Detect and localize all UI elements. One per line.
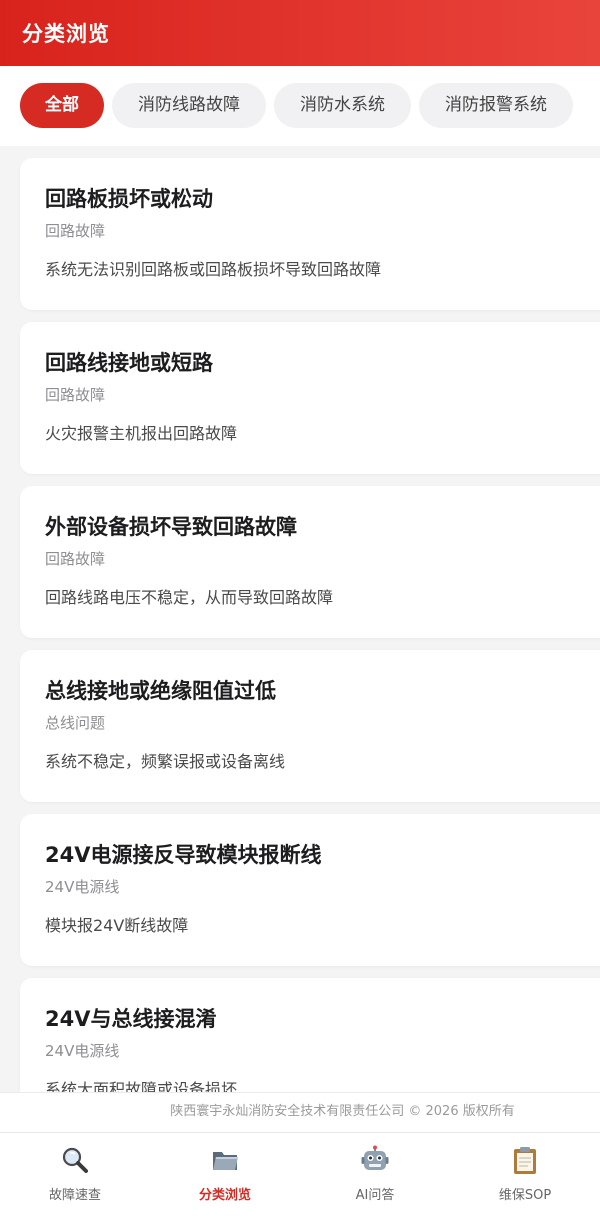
fault-category: 24V电源线 (45, 1042, 120, 1060)
nav-item-maintenance-sop[interactable]: 维保SOP (450, 1133, 600, 1227)
fault-card[interactable]: 回路板损坏或松动 回路故障 系统无法识别回路板或回路板损坏导致回路故障 (20, 158, 600, 310)
bottom-nav: 故障速查 分类浏览 AI问答 维保SOP (0, 1132, 600, 1227)
nav-item-fault-lookup[interactable]: 故障速查 (0, 1133, 150, 1227)
fault-title: 回路线接地或短路 (45, 351, 213, 375)
fault-category: 24V电源线 (45, 878, 120, 896)
magnifier-icon (62, 1147, 88, 1173)
fault-title: 回路板损坏或松动 (45, 187, 213, 211)
fault-description: 回路线路电压不稳定，从而导致回路故障 (45, 588, 334, 607)
fault-category: 总线问题 (45, 714, 106, 732)
copyright-text: 陕西寰宇永灿消防安全技术有限责任公司 © 2026 版权所有 (0, 1092, 600, 1132)
app-header: 分类浏览 (0, 0, 600, 66)
tab-fire-water-system[interactable]: 消防水系统 (274, 83, 411, 128)
nav-label: 分类浏览 (198, 1188, 251, 1203)
fault-description: 火灾报警主机报出回路故障 (45, 424, 238, 443)
robot-icon (361, 1145, 389, 1170)
page-title: 分类浏览 (22, 22, 110, 46)
fault-description: 系统无法识别回路板或回路板损坏导致回路故障 (45, 260, 382, 279)
fault-title: 24V电源接反导致模块报断线 (45, 843, 322, 867)
fault-card[interactable]: 总线接地或绝缘阻值过低 总线问题 系统不稳定，频繁误报或设备离线 (20, 650, 600, 802)
fault-card[interactable]: 24V电源接反导致模块报断线 24V电源线 模块报24V断线故障 (20, 814, 600, 966)
fault-category: 回路故障 (45, 222, 106, 240)
nav-label: AI问答 (355, 1188, 395, 1203)
folder-icon (213, 1152, 238, 1170)
fault-description: 系统大面积故障或设备损坏 (45, 1080, 238, 1092)
fault-description: 模块报24V断线故障 (45, 916, 189, 935)
fault-category: 回路故障 (45, 386, 106, 404)
tab-fire-line-fault[interactable]: 消防线路故障 (112, 83, 266, 128)
nav-label: 维保SOP (498, 1188, 552, 1203)
tab-fire-alarm-system[interactable]: 消防报警系统 (419, 83, 573, 128)
fault-category: 回路故障 (45, 550, 106, 568)
tab-all[interactable]: 全部 (20, 83, 104, 128)
fault-description: 系统不稳定，频繁误报或设备离线 (45, 752, 286, 771)
nav-label: 故障速查 (48, 1188, 101, 1203)
nav-item-category-browse[interactable]: 分类浏览 (150, 1133, 300, 1227)
nav-item-ai-qa[interactable]: AI问答 (300, 1133, 450, 1227)
fault-card[interactable]: 外部设备损坏导致回路故障 回路故障 回路线路电压不稳定，从而导致回路故障 (20, 486, 600, 638)
app-root: 分类浏览 全部 消防线路故障 消防水系统 消防报警系统 回路板损坏或松动 回路故障 系… (0, 0, 600, 1227)
fault-card[interactable]: 回路线接地或短路 回路故障 火灾报警主机报出回路故障 (20, 322, 600, 474)
fault-title: 总线接地或绝缘阻值过低 (45, 679, 276, 703)
fault-title: 24V与总线接混淆 (45, 1007, 217, 1031)
fault-title: 外部设备损坏导致回路故障 (45, 515, 297, 539)
category-tabs: 全部 消防线路故障 消防水系统 消防报警系统 (0, 66, 600, 146)
fault-list: 回路板损坏或松动 回路故障 系统无法识别回路板或回路板损坏导致回路故障 回路线接… (0, 146, 600, 1092)
clipboard-icon (514, 1147, 536, 1174)
fault-card[interactable]: 24V与总线接混淆 24V电源线 系统大面积故障或设备损坏 (20, 978, 600, 1092)
